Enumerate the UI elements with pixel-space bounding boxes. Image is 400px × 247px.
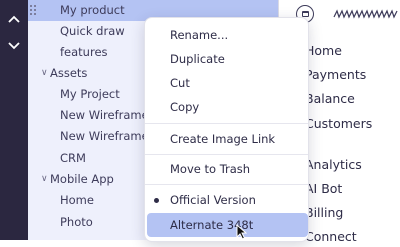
menu-item-rename[interactable]: Rename... [145,23,308,47]
tree-item-label: My product [60,3,125,17]
nav-item-label: Payments [305,67,367,82]
nav-item-analytics[interactable]: Analytics [305,155,362,175]
tree-item-label: My Project [60,87,120,101]
tree-item-label: CRM [60,151,86,165]
menu-item-label: Official Version [170,193,256,207]
menu-item-label: Duplicate [170,52,225,66]
menu-item-label: Copy [170,100,200,114]
nav-item-label: Billing [305,205,344,220]
menu-item-official-version[interactable]: Official Version [145,188,308,212]
menu-item-duplicate[interactable]: Duplicate [145,47,308,71]
tree-item-label: Home [60,193,94,207]
nav-item-connect[interactable]: Connect [305,227,357,247]
menu-separator [145,154,308,155]
tree-folder-label: Mobile App [50,172,114,186]
nav-item-billing[interactable]: Billing [305,203,343,223]
menu-item-cut[interactable]: Cut [145,71,308,95]
mouse-pointer-icon [236,224,247,240]
nav-item-label: Balance [305,91,355,106]
nav-item-label: Connect [305,229,357,244]
nav-item-ai-bot[interactable]: AI Bot [305,179,342,199]
squiggle-logo-icon [333,9,398,19]
tree-item-label: features [60,45,108,59]
chevron-down-icon[interactable] [6,38,22,54]
menu-item-label: Move to Trash [170,162,251,176]
nav-item-label: Customers [305,116,373,131]
menu-item-create-image-link[interactable]: Create Image Link [145,127,308,151]
nav-item-label: Analytics [305,157,362,172]
selected-bullet-icon [154,198,159,203]
drag-handle-icon[interactable] [30,5,38,17]
nav-item-home[interactable]: Home [305,41,342,61]
chevron-up-icon[interactable] [6,11,22,27]
context-menu: Rename... Duplicate Cut Copy Create Imag… [144,17,309,242]
chevron-down-icon[interactable]: ∨ [41,63,48,84]
menu-item-move-to-trash[interactable]: Move to Trash [145,157,308,181]
nav-item-label: AI Bot [305,181,343,196]
menu-item-copy[interactable]: Copy [145,95,308,119]
nav-item-label: Home [305,43,342,58]
menu-separator [145,123,308,124]
menu-separator [145,184,308,185]
chevron-down-icon[interactable]: ∨ [41,169,48,190]
menu-item-label: Create Image Link [170,132,276,146]
menu-item-alternate-version[interactable]: Alternate 348t [147,213,308,237]
left-rail [0,0,28,240]
nav-item-balance[interactable]: Balance [305,89,355,109]
menu-item-label: Rename... [170,28,229,42]
tree-item-label: Quick draw [60,24,125,38]
tree-folder-label: Assets [50,66,88,80]
nav-item-customers[interactable]: Customers [305,114,372,134]
tree-item-label: Photo [60,215,93,229]
nav-item-payments[interactable]: Payments [305,65,366,85]
menu-item-label: Cut [170,76,190,90]
